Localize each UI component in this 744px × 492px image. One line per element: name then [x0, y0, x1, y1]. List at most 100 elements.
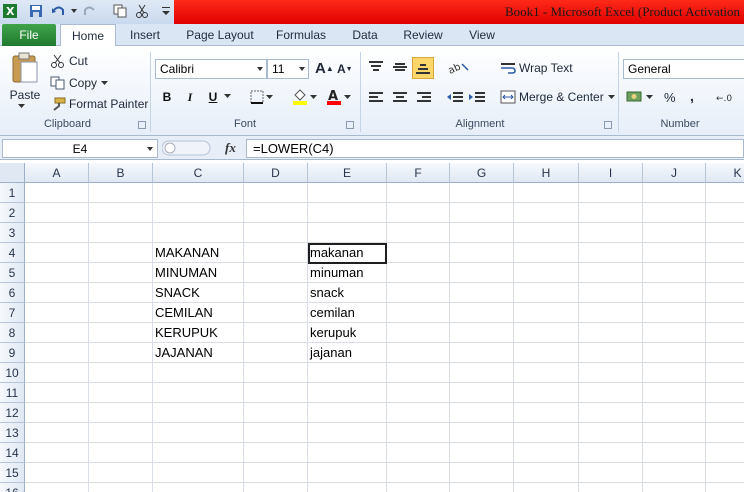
underline-button[interactable]: U — [204, 88, 222, 106]
tab-data[interactable]: Data — [344, 24, 386, 46]
cell-d16[interactable] — [244, 483, 308, 492]
cell-j12[interactable] — [643, 403, 706, 423]
cell-f7[interactable] — [387, 303, 450, 323]
cell-c13[interactable] — [153, 423, 244, 443]
excel-app-icon[interactable]: X — [2, 3, 18, 19]
cell-h1[interactable] — [514, 183, 579, 203]
cell-g5[interactable] — [450, 263, 514, 283]
cell-b16[interactable] — [89, 483, 153, 492]
tab-insert[interactable]: Insert — [122, 24, 168, 46]
cell-j13[interactable] — [643, 423, 706, 443]
cell-e10[interactable] — [308, 363, 387, 383]
cell-b6[interactable] — [89, 283, 153, 303]
cell-d3[interactable] — [244, 223, 308, 243]
row-header-9[interactable]: 9 — [0, 343, 25, 363]
cell-c6[interactable]: SNACK — [153, 283, 244, 303]
cell-g1[interactable] — [450, 183, 514, 203]
italic-button[interactable]: I — [181, 88, 199, 106]
cell-b9[interactable] — [89, 343, 153, 363]
cell-b12[interactable] — [89, 403, 153, 423]
decrease-font-size-icon[interactable]: A ▼ — [337, 62, 353, 76]
cell-a8[interactable] — [25, 323, 89, 343]
cell-e13[interactable] — [308, 423, 387, 443]
cell-b13[interactable] — [89, 423, 153, 443]
fill-color-button[interactable] — [292, 88, 317, 106]
column-header-f[interactable]: F — [387, 163, 450, 183]
font-color-button[interactable]: A — [326, 88, 351, 106]
align-middle-button[interactable] — [392, 60, 408, 74]
cell-k10[interactable] — [706, 363, 744, 383]
cell-k1[interactable] — [706, 183, 744, 203]
cell-h8[interactable] — [514, 323, 579, 343]
cell-c12[interactable] — [153, 403, 244, 423]
cell-d15[interactable] — [244, 463, 308, 483]
cell-c16[interactable] — [153, 483, 244, 492]
cell-d6[interactable] — [244, 283, 308, 303]
cell-c14[interactable] — [153, 443, 244, 463]
cell-j6[interactable] — [643, 283, 706, 303]
cell-d12[interactable] — [244, 403, 308, 423]
cell-g16[interactable] — [450, 483, 514, 492]
row-header-8[interactable]: 8 — [0, 323, 25, 343]
cell-d1[interactable] — [244, 183, 308, 203]
cell-h5[interactable] — [514, 263, 579, 283]
cell-f10[interactable] — [387, 363, 450, 383]
accounting-format-button[interactable] — [626, 90, 653, 104]
cell-h4[interactable] — [514, 243, 579, 263]
cell-c3[interactable] — [153, 223, 244, 243]
row-header-4[interactable]: 4 — [0, 243, 25, 263]
column-header-a[interactable]: A — [25, 163, 89, 183]
cell-k7[interactable] — [706, 303, 744, 323]
cell-g11[interactable] — [450, 383, 514, 403]
column-header-k[interactable]: K — [706, 163, 744, 183]
cell-k16[interactable] — [706, 483, 744, 492]
cell-d7[interactable] — [244, 303, 308, 323]
cell-e6[interactable]: snack — [308, 283, 387, 303]
tab-file[interactable]: File — [2, 24, 56, 46]
cell-f9[interactable] — [387, 343, 450, 363]
cell-f5[interactable] — [387, 263, 450, 283]
cell-d14[interactable] — [244, 443, 308, 463]
cell-h13[interactable] — [514, 423, 579, 443]
row-header-5[interactable]: 5 — [0, 263, 25, 283]
row-header-16[interactable]: 16 — [0, 483, 25, 492]
cell-f14[interactable] — [387, 443, 450, 463]
cell-d4[interactable] — [244, 243, 308, 263]
cell-d2[interactable] — [244, 203, 308, 223]
cell-f1[interactable] — [387, 183, 450, 203]
cell-j5[interactable] — [643, 263, 706, 283]
tab-formulas[interactable]: Formulas — [270, 24, 332, 46]
cell-f6[interactable] — [387, 283, 450, 303]
cell-c9[interactable]: JAJANAN — [153, 343, 244, 363]
alignment-dialog-launcher-icon[interactable] — [604, 121, 612, 129]
cell-e3[interactable] — [308, 223, 387, 243]
cell-k4[interactable] — [706, 243, 744, 263]
cell-f13[interactable] — [387, 423, 450, 443]
cell-i7[interactable] — [579, 303, 643, 323]
cell-e1[interactable] — [308, 183, 387, 203]
cell-a9[interactable] — [25, 343, 89, 363]
cell-d8[interactable] — [244, 323, 308, 343]
cell-b1[interactable] — [89, 183, 153, 203]
insert-function-button[interactable]: fx — [225, 140, 236, 156]
cell-f12[interactable] — [387, 403, 450, 423]
cell-j9[interactable] — [643, 343, 706, 363]
paste-button[interactable]: Paste — [8, 52, 42, 102]
cell-g7[interactable] — [450, 303, 514, 323]
cell-k5[interactable] — [706, 263, 744, 283]
column-header-g[interactable]: G — [450, 163, 514, 183]
align-bottom-button[interactable] — [412, 57, 434, 79]
cell-j1[interactable] — [643, 183, 706, 203]
font-dialog-launcher-icon[interactable] — [346, 121, 354, 129]
cell-g2[interactable] — [450, 203, 514, 223]
cell-j8[interactable] — [643, 323, 706, 343]
copy-button[interactable]: Copy — [50, 76, 109, 90]
row-header-12[interactable]: 12 — [0, 403, 25, 423]
cell-j15[interactable] — [643, 463, 706, 483]
cell-k9[interactable] — [706, 343, 744, 363]
cell-h15[interactable] — [514, 463, 579, 483]
cell-f16[interactable] — [387, 483, 450, 492]
cell-h11[interactable] — [514, 383, 579, 403]
cell-h12[interactable] — [514, 403, 579, 423]
align-center-button[interactable] — [392, 91, 408, 105]
